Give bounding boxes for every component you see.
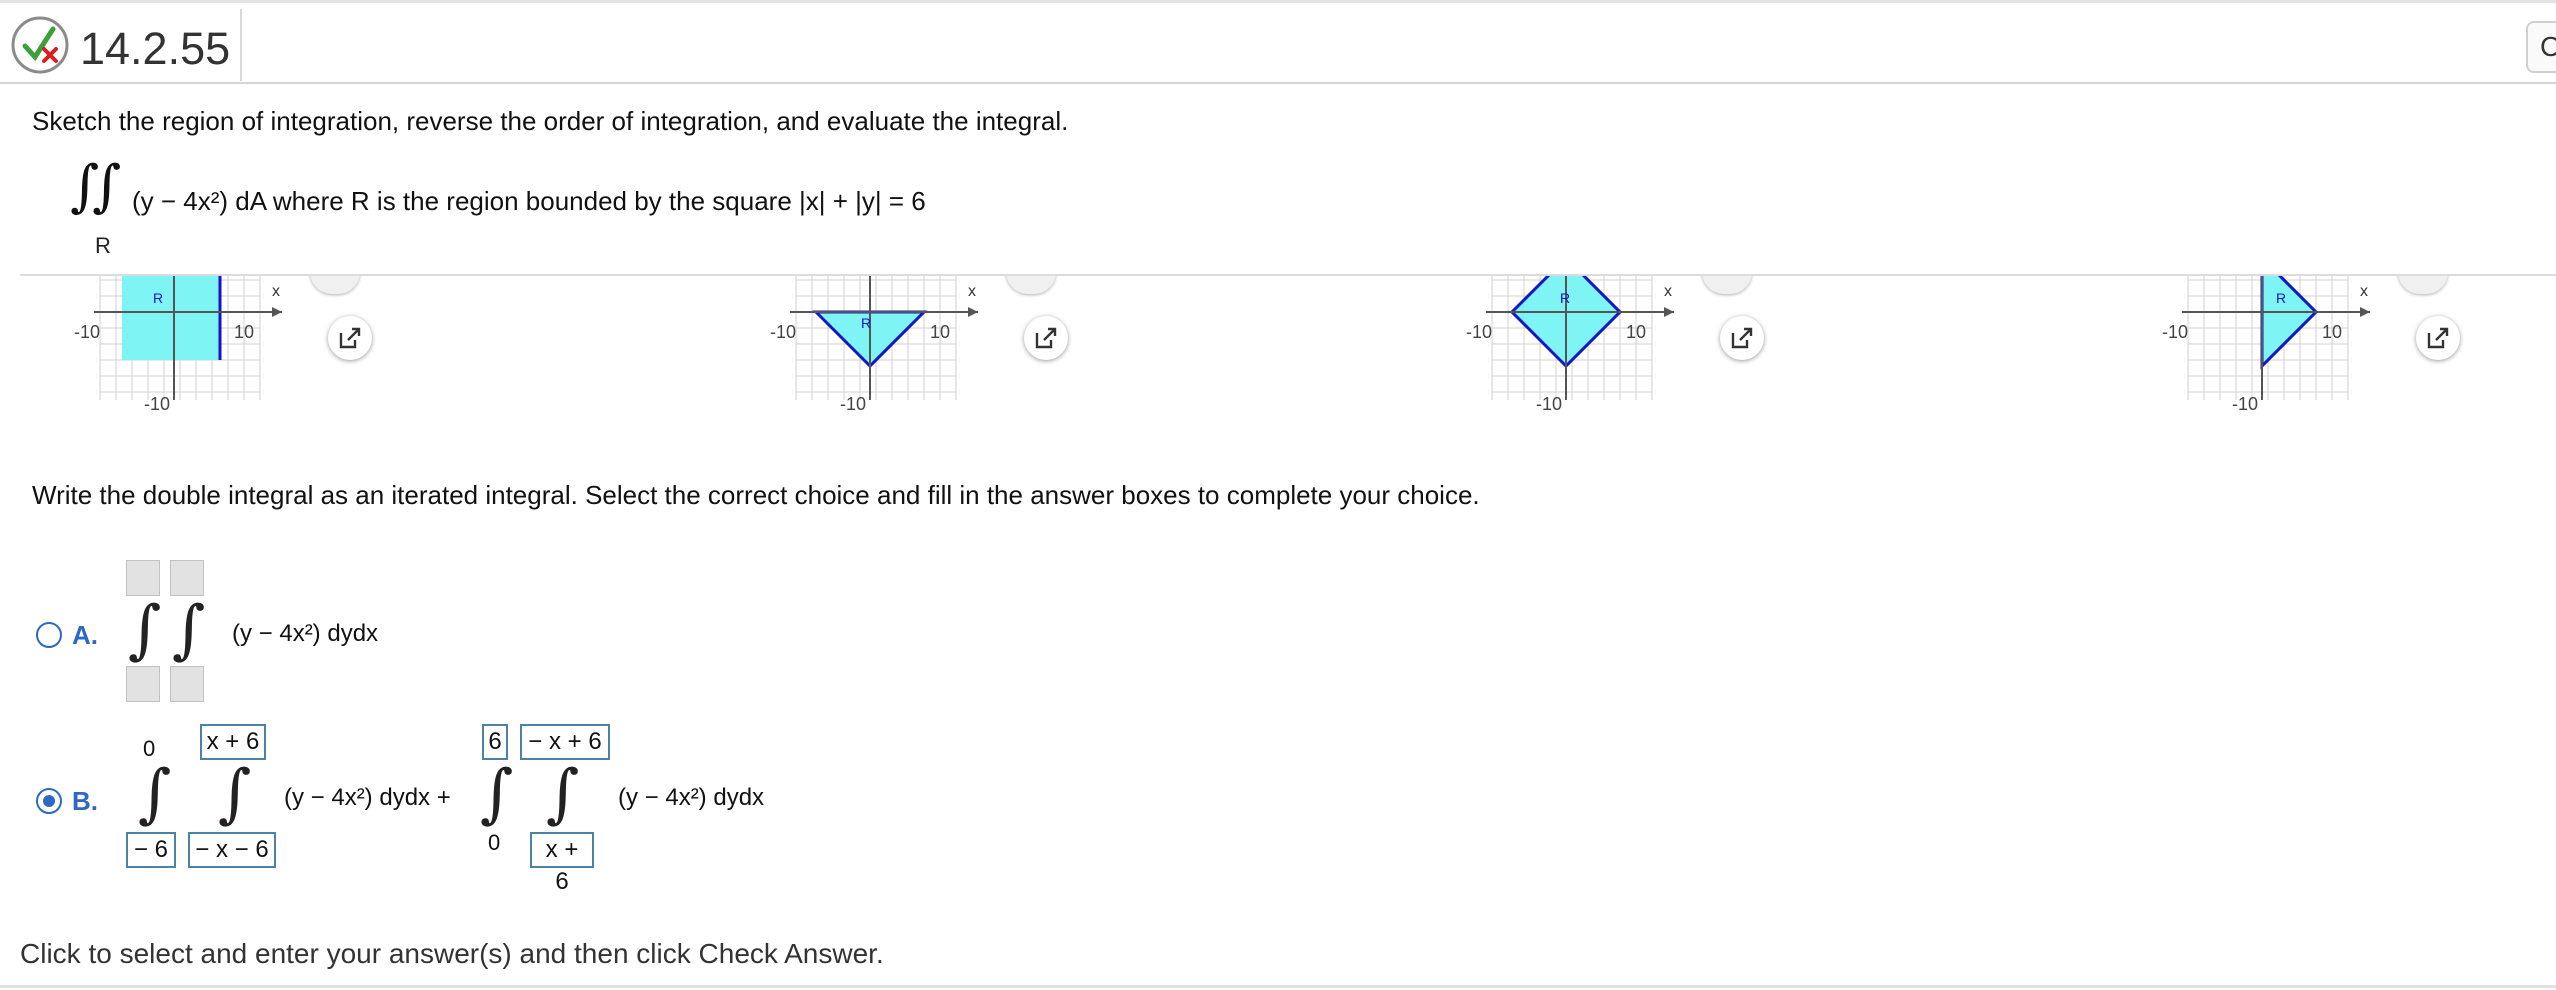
- graph-2-plot: R x -10 10 -10: [770, 276, 978, 414]
- integral-sign: ∫: [172, 593, 206, 667]
- graph-4-plot: R x -10 10 -10: [2162, 276, 2370, 414]
- problem-number: 14.2.55: [80, 23, 231, 74]
- footer-divider: [0, 985, 2556, 988]
- graph-3-popout-icon[interactable]: [1720, 316, 1764, 360]
- choice-a-radio[interactable]: [36, 622, 62, 648]
- header-divider: [240, 9, 242, 81]
- choice-b-inner-lower-2-input[interactable]: x + 6: [530, 832, 594, 895]
- question-instruction: Sketch the region of integration, revers…: [32, 106, 1069, 136]
- choice-b-radio[interactable]: [36, 788, 62, 814]
- integral-sign: ∫: [92, 154, 122, 219]
- graph-3-tick-right: 10: [1626, 322, 1646, 342]
- choice-a-inner-upper-input[interactable]: [170, 560, 204, 596]
- graph-4-tick-right: 10: [2322, 322, 2342, 342]
- graph-4-x-label: x: [2360, 283, 2368, 300]
- graph-option-3[interactable]: R x -10 10 -10: [1452, 276, 1764, 416]
- choice-a-letter: A.: [72, 620, 98, 650]
- graph-4-tick-bottom: -10: [2232, 394, 2258, 414]
- graph-4-tick-left: -10: [2162, 322, 2188, 342]
- graph-1-region-label: R: [153, 290, 163, 306]
- choice-b-outer-upper-2-input[interactable]: 6: [482, 724, 508, 760]
- choice-a-outer-lower-input[interactable]: [126, 666, 160, 702]
- choice-a-outer-upper-input[interactable]: [126, 560, 160, 596]
- iterated-integral-prompt: Write the double integral as an iterated…: [32, 480, 1480, 510]
- header-right-button[interactable]: C: [2526, 21, 2556, 73]
- choice-b-inner-lower-1-input[interactable]: − x − 6: [188, 832, 276, 868]
- graph-4-region-label: R: [2276, 290, 2286, 306]
- graph-1-tick-right: 10: [234, 322, 254, 342]
- choice-b-integrand-1: (y − 4x²) dydx +: [284, 784, 451, 811]
- graph-option-2[interactable]: R x -10 10 -10: [756, 276, 1068, 416]
- partial-check-icon: [10, 15, 70, 75]
- graph-4-popout-icon[interactable]: [2416, 316, 2460, 360]
- graph-1-x-label: x: [272, 283, 280, 300]
- header-right-button-label: C: [2540, 31, 2556, 62]
- problem-header: 14.2.55 C: [0, 0, 2556, 84]
- graph-1-tick-left: -10: [74, 322, 100, 342]
- graph-2-tick-left: -10: [770, 322, 796, 342]
- integral-sign: ∫: [138, 757, 172, 831]
- graph-2-x-label: x: [968, 283, 976, 300]
- choice-b-inner-upper-2-input[interactable]: − x + 6: [520, 724, 610, 760]
- graph-3-x-label: x: [1664, 283, 1672, 300]
- graph-2-tick-right: 10: [930, 322, 950, 342]
- graph-choices-strip: R x -10 10 -10 R x -10 10 -10 R x -10 10…: [20, 274, 2556, 416]
- region-label: R: [95, 233, 111, 258]
- integral-sign: ∫: [480, 757, 514, 831]
- graph-1-plot: R x -10 10 -10: [74, 276, 282, 414]
- graph-option-4[interactable]: R x -10 10 -10: [2148, 276, 2460, 416]
- choice-b-integrand-2: (y − 4x²) dydx: [618, 784, 765, 811]
- graph-2-popout-icon[interactable]: [1024, 316, 1068, 360]
- graph-3-tick-bottom: -10: [1536, 394, 1562, 414]
- choice-a: A. ∫ ∫ (y − 4x²) dydx: [0, 550, 900, 710]
- footer-instruction: Click to select and enter your answer(s)…: [20, 938, 884, 969]
- choice-b-letter: B.: [72, 786, 98, 816]
- graph-1-tick-bottom: -10: [144, 394, 170, 414]
- graph-3-region-label: R: [1560, 290, 1570, 306]
- graph-2-tick-bottom: -10: [840, 394, 866, 414]
- choice-b: B. 0 x + 6 ∫ ∫ − 6 − x − 6 (y − 4x²) dyd…: [0, 718, 900, 895]
- graph-3-plot: R x -10 10 -10: [1466, 276, 1674, 414]
- problem-integrand: (y − 4x²) dA where R is the region bound…: [132, 186, 926, 216]
- choice-a-integrand: (y − 4x²) dydx: [232, 620, 379, 647]
- graph-3-tick-left: -10: [1466, 322, 1492, 342]
- integral-sign: ∫: [546, 757, 580, 831]
- graph-2-region-label: R: [861, 315, 871, 331]
- integral-sign: ∫: [128, 593, 162, 667]
- graph-1-popout-icon[interactable]: [328, 316, 372, 360]
- integral-sign: ∫: [218, 757, 252, 831]
- choice-a-inner-lower-input[interactable]: [170, 666, 204, 702]
- choice-b-outer-lower-1-input[interactable]: − 6: [126, 832, 176, 868]
- choice-b-inner-upper-1-input[interactable]: x + 6: [200, 724, 266, 760]
- graph-option-1[interactable]: R x -10 10 -10: [60, 276, 372, 416]
- choice-b-outer-lower-2: 0: [488, 830, 501, 855]
